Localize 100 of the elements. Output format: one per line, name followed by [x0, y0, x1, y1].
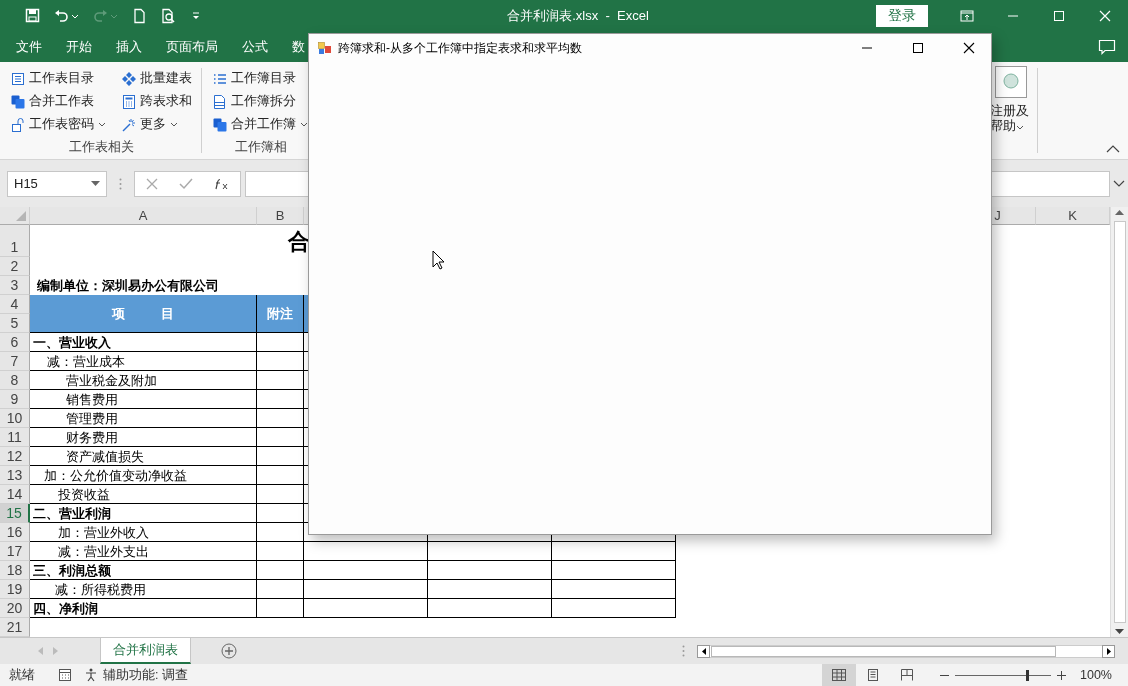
- ribbon-button[interactable]: 跨表求和: [119, 90, 195, 113]
- ribbon-button[interactable]: 工作表目录: [8, 67, 109, 90]
- row-header[interactable]: 14: [0, 485, 30, 504]
- table-cell: 管理费用: [30, 409, 257, 428]
- row-header[interactable]: 10: [0, 409, 30, 428]
- scroll-up-icon[interactable]: [1115, 210, 1124, 215]
- table-cell: [257, 447, 304, 466]
- caret-icon: [98, 122, 106, 127]
- zoom-in-icon[interactable]: [1057, 670, 1066, 680]
- save-icon[interactable]: [25, 8, 40, 24]
- row-header[interactable]: 20: [0, 599, 30, 618]
- row-header[interactable]: 19: [0, 580, 30, 599]
- expand-icon[interactable]: [1113, 180, 1125, 187]
- column-header[interactable]: B: [257, 207, 304, 225]
- row-header[interactable]: 15: [0, 504, 30, 523]
- row-header[interactable]: 7: [0, 352, 30, 371]
- column-header[interactable]: K: [1036, 207, 1110, 225]
- row-header[interactable]: 12: [0, 447, 30, 466]
- row-header[interactable]: 11: [0, 428, 30, 447]
- insert-function-icon[interactable]: [213, 177, 230, 190]
- close-icon[interactable]: [962, 42, 975, 54]
- row-header[interactable]: 21: [0, 618, 30, 637]
- row-header[interactable]: 4: [0, 295, 30, 314]
- document-icon: [213, 94, 227, 109]
- list-icon: [11, 71, 25, 86]
- table-cell: [257, 599, 304, 618]
- table-cell: [257, 523, 304, 542]
- scrollbar-thumb[interactable]: [711, 645, 1056, 657]
- row-header[interactable]: 1: [0, 225, 30, 257]
- slider-thumb[interactable]: [1026, 669, 1029, 681]
- ribbon-button[interactable]: 工作表密码: [8, 113, 109, 136]
- table-cell: 财务费用: [30, 428, 257, 447]
- sparkle-icon: [122, 117, 136, 132]
- undo-icon[interactable]: [54, 8, 69, 24]
- diamond-icon: [122, 71, 136, 86]
- caret-icon: [300, 122, 308, 127]
- row-header[interactable]: 13: [0, 466, 30, 485]
- collapse-icon[interactable]: [1106, 145, 1120, 153]
- cell-reference: H15: [14, 176, 38, 191]
- sheet-title: 合: [287, 228, 311, 256]
- table-cell: 减：营业成本: [30, 352, 257, 371]
- customize-icon[interactable]: [191, 12, 201, 20]
- maximize-icon[interactable]: [911, 42, 924, 54]
- table-cell: [257, 504, 304, 523]
- scroll-left-icon[interactable]: [701, 647, 706, 655]
- row-header[interactable]: 17: [0, 542, 30, 561]
- table-cell: 投资收益: [30, 485, 257, 504]
- sign-in-button[interactable]: 登录: [876, 5, 928, 27]
- add-sheet-icon[interactable]: [221, 643, 237, 659]
- macro-icon[interactable]: [59, 669, 71, 681]
- menu-tab[interactable]: 插入: [104, 33, 154, 61]
- ribbon-button[interactable]: 更多: [119, 113, 195, 136]
- sheet-tab[interactable]: 合并利润表: [100, 638, 191, 664]
- scroll-down-icon[interactable]: [1115, 629, 1124, 634]
- app-icon: [318, 41, 332, 55]
- row-header[interactable]: 3: [0, 276, 30, 295]
- ribbon-display-icon[interactable]: [960, 9, 974, 23]
- status-text: 就绪: [9, 666, 35, 684]
- more-icon: [119, 177, 122, 190]
- menu-tab[interactable]: 开始: [54, 33, 104, 61]
- menu-tab[interactable]: 公式: [230, 33, 280, 61]
- table-cell: [257, 352, 304, 371]
- row-header[interactable]: 16: [0, 523, 30, 542]
- normal-view-icon: [832, 669, 846, 681]
- print-preview-icon[interactable]: [161, 8, 176, 24]
- scroll-right-icon[interactable]: [1106, 647, 1111, 655]
- bullet-list-icon: [213, 71, 227, 86]
- company-label: 编制单位：深圳易办公有限公司: [36, 277, 220, 295]
- column-header[interactable]: A: [30, 207, 257, 225]
- caret-icon: [170, 122, 178, 127]
- name-box[interactable]: H15: [7, 170, 107, 197]
- table-cell: [257, 390, 304, 409]
- row-header[interactable]: 2: [0, 257, 30, 276]
- new-document-icon[interactable]: [132, 8, 147, 24]
- cursor-icon: [432, 250, 445, 270]
- copy-icon: [213, 117, 227, 132]
- view-button[interactable]: [822, 664, 856, 686]
- row-header[interactable]: 6: [0, 333, 30, 352]
- row-header[interactable]: 9: [0, 390, 30, 409]
- table-cell: 三、利润总额: [30, 561, 257, 580]
- menu-tab[interactable]: 页面布局: [154, 33, 230, 61]
- vertical-scrollbar[interactable]: [1110, 207, 1128, 637]
- scrollbar-thumb[interactable]: [1113, 221, 1126, 623]
- ribbon-button[interactable]: 合并工作表: [8, 90, 109, 113]
- ribbon-button[interactable]: 批量建表: [119, 67, 195, 90]
- ribbon-button[interactable]: 工作簿目录: [210, 67, 311, 90]
- accessibility-icon[interactable]: [85, 668, 99, 682]
- row-header[interactable]: 5: [0, 314, 30, 333]
- help-icon: [995, 66, 1027, 98]
- table-cell: [257, 371, 304, 390]
- row-header[interactable]: 18: [0, 561, 30, 580]
- menu-tab[interactable]: 文件: [4, 33, 54, 61]
- accessibility-status[interactable]: 辅助功能: 调查: [103, 666, 188, 684]
- comment-icon[interactable]: [1098, 39, 1116, 55]
- table-cell: 加：营业外收入: [30, 523, 257, 542]
- zoom-level[interactable]: 100%: [1080, 668, 1112, 682]
- row-header[interactable]: 8: [0, 371, 30, 390]
- caret-icon: [110, 13, 118, 19]
- table-cell: 四、净利润: [30, 599, 257, 618]
- dropdown-icon[interactable]: [91, 181, 100, 186]
